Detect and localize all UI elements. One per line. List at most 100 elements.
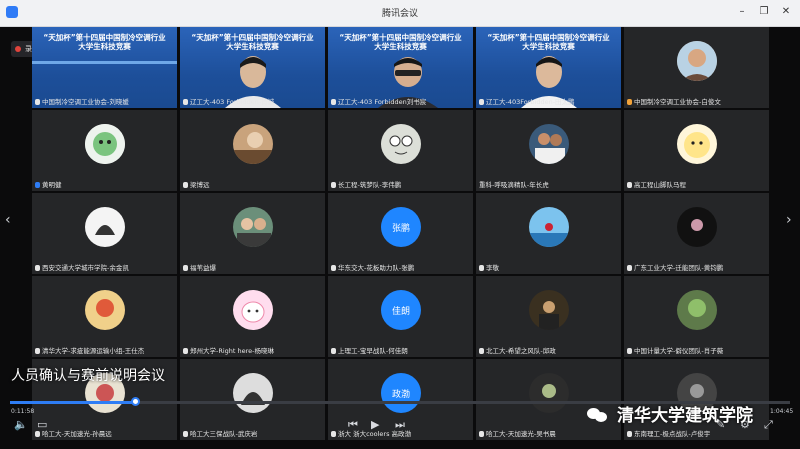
avatar: 张鹏 [381,207,421,247]
mic-icon [627,431,632,437]
participant-tile[interactable]: 清华大学-求疵能源运输小组-王仕杰 [32,276,177,357]
slide-divider [32,61,177,64]
prev-icon[interactable]: ⏮ [348,418,358,432]
close-icon[interactable]: ✕ [779,5,793,19]
watermark-text: 清华大学建筑学院 [617,406,753,426]
avatar [529,124,569,164]
wechat-icon [587,406,609,422]
mic-icon [331,265,336,271]
participant-name: 重科-呼吸滴精队-年长虎 [479,181,549,189]
participant-name: 长工程-筑梦队-李伟鹏 [338,181,402,189]
participant-name: 辽工大-403 Forbidden刘书宸 [338,98,427,106]
participant-name: 中国计量大学-僻仪团队-肖子薇 [634,347,724,355]
participant-tile[interactable]: 张鹏 华东交大-花板助力队-张鹏 [328,193,473,274]
participant-tile[interactable]: 中国制冷空调工业协会-白俊文 [624,27,769,108]
slide-title-line1: “天加杯”第十四届中国制冷空调行业 [43,33,166,42]
participant-tile[interactable]: 哈工大-天加速光-吴书晨 [476,359,621,440]
progress-fill [10,401,135,404]
mic-icon [183,182,188,188]
avatar [677,124,717,164]
mic-icon [627,265,632,271]
video-subtitle: 人员确认与赛前说明会议 [11,368,165,384]
avatar [85,290,125,330]
next-icon[interactable]: ⏭ [395,418,405,432]
participant-name: 广东工业大学-迁能团队-黄钧鹏 [634,264,724,272]
chevron-right-icon[interactable]: › [786,212,792,228]
mic-icon [183,265,188,271]
minimize-icon[interactable]: – [735,5,749,19]
avatar [381,124,421,164]
participant-tile[interactable]: 黄明健 [32,110,177,191]
participant-name: 福苇益爆 [190,264,216,272]
participant-tile[interactable]: “天加杯”第十四届中国制冷空调行业 大学生科技竞赛 辽工大-403 Forbidd… [328,27,473,108]
mic-icon [35,99,40,105]
participant-name: 西安交通大学城市学院-余金凯 [42,264,129,272]
participant-tile[interactable]: 长工程-筑梦队-李伟鹏 [328,110,473,191]
mic-icon [331,182,336,188]
slide-title-line2: 大学生科技竞赛 [78,42,131,51]
participant-tile[interactable]: 广东工业大学-迁能团队-黄钧鹏 [624,193,769,274]
avatar [233,373,273,413]
participant-tile[interactable]: 重科-呼吸滴精队-年长虎 [476,110,621,191]
participant-name: 中国制冷空调工业协会-刘晓媛 [42,98,129,106]
window-titlebar: 腾讯会议 – ❐ ✕ [0,0,800,27]
slide-title-line1: “天加杯”第十四届中国制冷空调行业 [339,33,462,42]
subtitle-icon[interactable]: ▭ [37,418,47,431]
progress-handle[interactable] [130,397,140,406]
mic-icon [479,431,484,437]
participant-tile[interactable]: 郑州大学-Right here-杨晓琳 [180,276,325,357]
participant-tile[interactable]: 西安交通大学城市学院-余金凯 [32,193,177,274]
mic-icon [35,431,40,437]
avatar [233,290,273,330]
participant-tile[interactable]: 福苇益爆 [180,193,325,274]
volume-icon[interactable]: 🔈 [14,418,28,431]
participant-name: 辽工大-403Forbidden-田太鹏 [486,98,575,106]
chevron-left-icon[interactable]: ‹ [5,212,11,228]
avatar [677,290,717,330]
mic-icon [331,348,336,354]
participant-tile[interactable]: “天加杯”第十四届中国制冷空调行业 大学生科技竞赛 中国制冷空调工业协会-刘晓媛 [32,27,177,108]
mic-icon [627,348,632,354]
total-time: 1:04:45 [770,408,794,415]
mic-icon [627,182,632,188]
participant-tile[interactable]: 高工程山脚队马程 [624,110,769,191]
participant-name: 梁博远 [190,181,210,189]
avatar: 政渤 [381,373,421,413]
mic-icon [35,348,40,354]
participant-name: 高工程山脚队马程 [634,181,686,189]
participant-tile[interactable]: “天加杯”第十四届中国制冷空调行业 大学生科技竞赛 辽工大-403 Forbidd… [180,27,325,108]
shared-slide: “天加杯”第十四届中国制冷空调行业 大学生科技竞赛 [32,27,177,108]
avatar [677,207,717,247]
participant-tile[interactable]: 哈工大三保战队-武庆岩 [180,359,325,440]
account-watermark: 清华大学建筑学院 [587,401,753,426]
avatar [233,124,273,164]
restore-icon[interactable]: ❐ [757,5,771,19]
slide-title-line1: “天加杯”第十四届中国制冷空调行业 [191,33,314,42]
mic-icon [331,99,336,105]
slide-title-line1: “天加杯”第十四届中国制冷空调行业 [487,33,610,42]
play-icon[interactable]: ▶ [371,418,379,431]
participant-name: 哈工大-天加速光-吴书晨 [486,430,556,438]
mic-icon [479,348,484,354]
mic-icon [331,431,336,437]
participant-name: 郑州大学-Right here-杨晓琳 [190,347,275,355]
participant-tile[interactable]: “天加杯”第十四届中国制冷空调行业 大学生科技竞赛 辽工大-403Forbidde… [476,27,621,108]
participant-name: 辽工大-403 Forbidden-肖诚 [190,98,275,106]
avatar [677,41,717,81]
participant-name: 哈工大-天加速光-孙晨远 [42,430,112,438]
participant-name: 北工大-希望之风队-邱政 [486,347,556,355]
participant-tile[interactable]: 李敬 [476,193,621,274]
participant-name: 黄明健 [42,181,62,189]
fullscreen-icon[interactable]: ⤢ [764,418,773,432]
avatar [529,207,569,247]
avatar [529,290,569,330]
participant-tile[interactable]: 梁博远 [180,110,325,191]
participant-tile[interactable]: 中国计量大学-僻仪团队-肖子薇 [624,276,769,357]
participant-tile[interactable]: 北工大-希望之风队-邱政 [476,276,621,357]
participant-tile[interactable]: 佳朗 上理工-宝早战队-何佳朗 [328,276,473,357]
host-icon [627,99,632,105]
avatar [233,207,273,247]
window-title: 腾讯会议 [381,9,418,19]
mic-icon [183,348,188,354]
elapsed-time: 0:11:58 [11,408,35,415]
